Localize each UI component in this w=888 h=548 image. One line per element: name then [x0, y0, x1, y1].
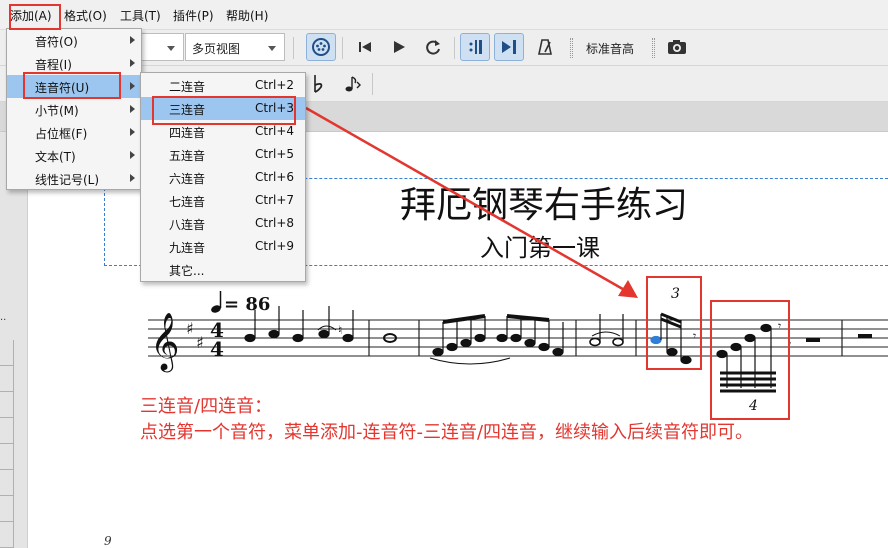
view-mode-value: 多页视图 [192, 42, 241, 56]
add-menu-frame[interactable]: 占位框(F) [7, 121, 141, 144]
toolbar-separator [342, 37, 343, 59]
midi-input-button[interactable] [306, 33, 336, 61]
image-capture-button[interactable] [662, 33, 692, 61]
rewind-icon [359, 42, 371, 52]
submenu-arrow-icon [130, 128, 135, 136]
tuplet-item-highlight [23, 72, 121, 99]
midi-icon [312, 38, 330, 56]
tuplet-quintuplet[interactable]: 五连音 Ctrl+5 [141, 143, 305, 166]
chevron-down-icon [268, 46, 276, 51]
svg-text:♮: ♮ [338, 323, 342, 337]
toolbar-separator [454, 37, 455, 59]
loop-button[interactable] [418, 33, 448, 61]
tuplet-4-highlight [710, 300, 790, 420]
play-repeats-button[interactable] [460, 33, 490, 61]
page-number: 9 [104, 534, 112, 548]
submenu-arrow-icon [130, 36, 135, 44]
metronome-icon [538, 39, 552, 55]
chevron-down-icon [167, 46, 175, 51]
treble-clef-icon: 𝄞 [150, 312, 180, 373]
triplet-item-highlight [152, 96, 296, 125]
flip-direction-button[interactable] [338, 70, 368, 98]
flat-icon [314, 75, 323, 93]
add-menu-measure[interactable]: 小节(M) [7, 98, 141, 121]
menu-help[interactable]: 帮助(H) [226, 7, 268, 24]
add-menu-text[interactable]: 文本(T) [7, 144, 141, 167]
add-menu-lines[interactable]: 线性记号(L) [7, 167, 141, 190]
submenu-arrow-icon [130, 174, 135, 182]
tuplet-other[interactable]: 其它... [141, 258, 305, 281]
left-grid [0, 340, 14, 548]
submenu-arrow-icon [130, 59, 135, 67]
annotation-line-2: 点选第一个音符，菜单添加-连音符-三连音/四连音，继续输入后续音符即可。 [140, 422, 754, 443]
menu-format[interactable]: 格式(O) [64, 7, 107, 24]
sharp-icon: ♯ [196, 333, 204, 352]
camera-icon [668, 40, 686, 54]
submenu-arrow-icon [130, 82, 135, 90]
tuplet-duplet[interactable]: 二连音 Ctrl+2 [141, 74, 305, 97]
rewind-button[interactable] [350, 33, 380, 61]
tuplet-octuplet[interactable]: 八连音 Ctrl+8 [141, 212, 305, 235]
toolbar-grip[interactable] [652, 38, 655, 58]
pan-score-button[interactable] [494, 33, 524, 61]
tuplet-3-highlight [646, 276, 702, 370]
toolbar-grip[interactable] [570, 38, 573, 58]
metronome-button[interactable] [530, 33, 560, 61]
panel-ellipsis: .. [0, 312, 7, 323]
time-signature-bottom: 4 [210, 337, 224, 361]
add-menu-note[interactable]: 音符(O) [7, 29, 141, 52]
menu-add-highlight [9, 4, 61, 30]
menu-plugins[interactable]: 插件(P) [173, 7, 214, 24]
repeat-icon [469, 40, 482, 54]
flat-button[interactable] [304, 70, 334, 98]
menubar: 添加(A) 格式(O) 工具(T) 插件(P) 帮助(H) [0, 0, 888, 30]
submenu-arrow-icon [130, 105, 135, 113]
loop-icon [426, 40, 440, 55]
zoom-combo[interactable] [136, 33, 184, 61]
tuplet-septuplet[interactable]: 七连音 Ctrl+7 [141, 189, 305, 212]
tuplet-sextuplet[interactable]: 六连音 Ctrl+6 [141, 166, 305, 189]
toolbar-separator [372, 73, 373, 95]
annotation-arrow [305, 106, 638, 298]
play-icon [394, 41, 405, 53]
toolbar-separator [293, 37, 294, 59]
annotation-line-1: 三连音/四连音： [140, 396, 273, 417]
submenu-arrow-icon [130, 151, 135, 159]
play-button[interactable] [384, 33, 414, 61]
menu-tools[interactable]: 工具(T) [120, 7, 161, 24]
add-menu-dropdown: 音符(O) 音程(I) 连音符(U) 小节(M) 占位框(F) 文本(T) 线性… [6, 28, 142, 190]
pan-icon [502, 40, 516, 54]
sharp-icon: ♯ [186, 319, 194, 338]
view-mode-select[interactable]: 多页视图 [185, 33, 285, 61]
flip-direction-icon [345, 76, 361, 92]
tuplet-nonuplet[interactable]: 九连音 Ctrl+9 [141, 235, 305, 258]
concert-pitch-toggle[interactable]: 标准音高 [586, 40, 634, 57]
